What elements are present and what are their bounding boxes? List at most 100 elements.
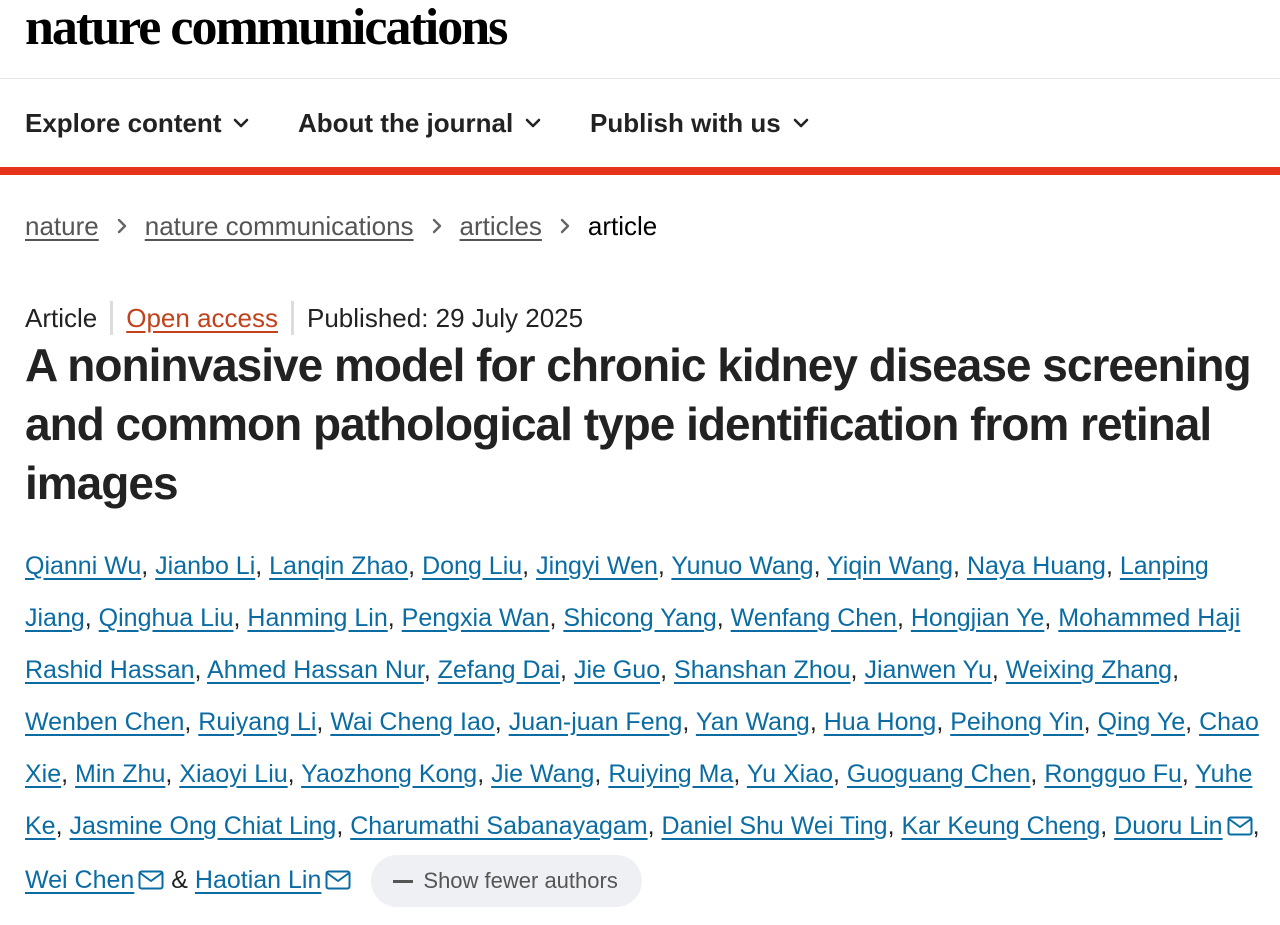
author-link[interactable]: Min Zhu <box>75 760 165 788</box>
breadcrumb-nature-communications[interactable]: nature communications <box>145 211 414 242</box>
author-link[interactable]: Jasmine Ong Chiat Ling <box>70 812 337 840</box>
header-accent-bar <box>0 167 1280 175</box>
author-link[interactable]: Daniel Shu Wei Ting <box>662 812 888 840</box>
author-separator: , <box>850 656 865 684</box>
author-link[interactable]: Lanqin Zhao <box>269 552 408 580</box>
author-link[interactable]: Naya Huang <box>967 552 1106 580</box>
author-link[interactable]: Wenben Chen <box>25 708 184 736</box>
author-link[interactable]: Qinghua Liu <box>99 604 234 632</box>
author-link[interactable]: Duoru Lin <box>1114 812 1222 840</box>
show-fewer-authors-button[interactable]: Show fewer authors <box>371 855 642 908</box>
author-link[interactable]: Wai Cheng Iao <box>330 708 494 736</box>
author-separator: , <box>84 604 99 632</box>
breadcrumb-current: article <box>587 210 658 241</box>
author-separator: , <box>887 812 902 840</box>
author-link[interactable]: Wei Chen <box>25 866 134 894</box>
chevron-down-icon <box>793 118 808 128</box>
author-link[interactable]: Pengxia Wan <box>402 604 550 632</box>
author-link[interactable]: Yan Wang <box>696 708 810 736</box>
author-link[interactable]: Yiqin Wang <box>827 552 953 580</box>
author-link[interactable]: Weixing Zhang <box>1006 656 1172 684</box>
author-link[interactable]: Yu Xiao <box>747 760 833 788</box>
author-link[interactable]: Shanshan Zhou <box>674 656 851 684</box>
author-separator: , <box>408 552 423 580</box>
author-link[interactable]: Jianwen Yu <box>864 656 991 684</box>
author-link[interactable]: Rongguo Fu <box>1044 760 1182 788</box>
author-separator: , <box>141 552 156 580</box>
nav-explore-content[interactable]: Explore content <box>25 79 249 167</box>
author-link[interactable]: Shicong Yang <box>563 604 716 632</box>
author-separator: , <box>1105 552 1120 580</box>
author-separator: , <box>560 656 574 684</box>
author-link[interactable]: Ahmed Hassan Nur <box>207 656 424 684</box>
open-access-link[interactable]: Open access <box>126 303 278 334</box>
meta-divider <box>291 301 294 335</box>
mail-icon[interactable] <box>138 856 164 908</box>
site-logo[interactable]: nature communications <box>25 0 508 56</box>
author-link[interactable]: Jie Guo <box>574 656 660 684</box>
author-link[interactable]: Yunuo Wang <box>671 552 813 580</box>
nav-item-label: About the journal <box>298 107 514 138</box>
nav-item-label: Publish with us <box>590 107 781 138</box>
article-title: A noninvasive model for chronic kidney d… <box>25 339 1252 509</box>
author-separator: , <box>494 708 509 736</box>
author-link[interactable]: Yaozhong Kong <box>301 760 477 788</box>
author-link[interactable]: Wenfang Chen <box>731 604 897 632</box>
author-separator: , <box>682 708 696 736</box>
author-link[interactable]: Zefang Dai <box>438 656 560 684</box>
nav-publish-with-us[interactable]: Publish with us <box>590 79 809 167</box>
author-link[interactable]: Dong Liu <box>422 552 522 580</box>
author-link[interactable]: Juan-juan Feng <box>509 708 683 736</box>
author-link[interactable]: Jingyi Wen <box>536 552 658 580</box>
author-separator: , <box>716 604 731 632</box>
mail-icon[interactable] <box>325 856 351 908</box>
author-link[interactable]: Charumathi Sabanayagam <box>350 812 647 840</box>
chevron-right-icon <box>432 218 442 234</box>
nav-about-the-journal[interactable]: About the journal <box>298 79 541 167</box>
author-link[interactable]: Guoguang Chen <box>847 760 1030 788</box>
author-separator: , <box>813 552 828 580</box>
author-separator: , <box>55 812 70 840</box>
author-separator: , <box>549 604 564 632</box>
author-link[interactable]: Kar Keung Cheng <box>902 812 1101 840</box>
author-list: Qianni Wu, Jianbo Li, Lanqin Zhao, Dong … <box>25 540 1265 908</box>
author-separator: , <box>165 760 180 788</box>
minus-icon <box>393 879 414 883</box>
author-separator: , <box>233 604 248 632</box>
author-link[interactable]: Hongjian Ye <box>911 604 1044 632</box>
author-link[interactable]: Ruiying Ma <box>608 760 733 788</box>
author-link[interactable]: Haotian Lin <box>195 866 321 894</box>
author-link[interactable]: Xiaoyi Liu <box>179 760 287 788</box>
author-separator: , <box>1083 708 1098 736</box>
author-separator: , <box>936 708 951 736</box>
author-link[interactable]: Qianni Wu <box>25 552 141 580</box>
chevron-right-icon <box>117 218 127 234</box>
author-separator: , <box>896 604 911 632</box>
breadcrumb-nature[interactable]: nature <box>25 211 99 242</box>
author-link[interactable]: Hanming Lin <box>247 604 387 632</box>
author-separator: , <box>809 708 824 736</box>
author-separator: , <box>336 812 351 840</box>
site-header: nature communications <box>0 0 1280 79</box>
author-separator: , <box>991 656 1006 684</box>
author-link[interactable]: Jianbo Li <box>155 552 255 580</box>
author-separator: , <box>594 760 609 788</box>
author-separator: , <box>477 760 492 788</box>
chevron-down-icon <box>234 118 249 128</box>
author-separator: , <box>423 656 438 684</box>
author-link[interactable]: Qing Ye <box>1098 708 1186 736</box>
author-separator: , <box>1100 812 1115 840</box>
show-fewer-label: Show fewer authors <box>423 868 618 894</box>
author-link[interactable]: Jie Wang <box>491 760 594 788</box>
breadcrumb-articles[interactable]: articles <box>460 211 542 242</box>
meta-divider <box>110 301 114 335</box>
author-link[interactable]: Hua Hong <box>824 708 937 736</box>
author-separator: , <box>184 708 199 736</box>
published-date: Published: 29 July 2025 <box>307 302 584 333</box>
author-separator: , <box>1185 708 1200 736</box>
author-link[interactable]: Peihong Yin <box>950 708 1083 736</box>
nav-item-label: Explore content <box>25 107 222 138</box>
author-link[interactable]: Ruiyang Li <box>198 708 316 736</box>
author-separator: , <box>733 760 747 788</box>
mail-icon[interactable] <box>1227 802 1253 854</box>
